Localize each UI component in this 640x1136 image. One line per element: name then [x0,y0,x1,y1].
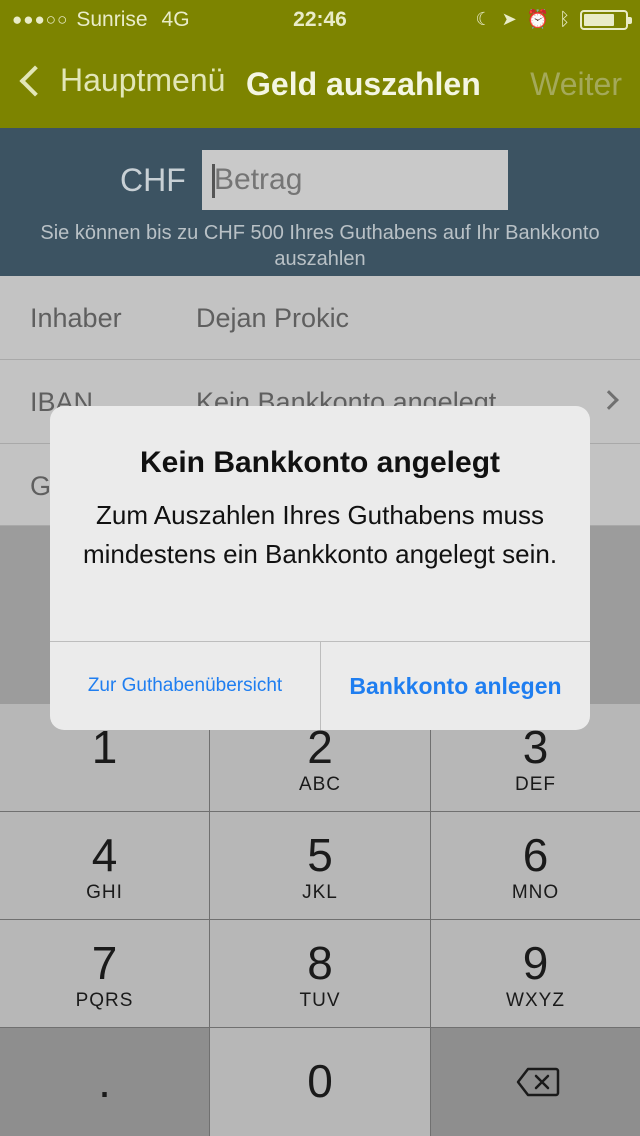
key-4[interactable]: 4 GHI [0,812,209,919]
key-7[interactable]: 7 PQRS [0,920,209,1027]
key-digit: . [98,1055,111,1107]
next-button[interactable]: Weiter [530,66,622,103]
alarm-icon: ⏰ [526,9,550,29]
amount-panel: CHF Sie können bis zu CHF 500 Ihres Guth… [0,128,640,276]
currency-label: CHF [120,162,186,198]
page-title: Geld auszahlen [246,66,481,102]
back-button[interactable]: Hauptmenü [16,62,225,99]
back-button-label: Hauptmenü [60,62,226,98]
row-label: G [30,471,52,501]
key-6[interactable]: 6 MNO [431,812,640,919]
battery-level [584,13,614,26]
key-digit: 0 [307,1055,333,1107]
chevron-right-icon [599,390,619,410]
key-digit: 8 [307,937,333,989]
balance-overview-button[interactable]: Zur Guthabenübersicht [50,642,320,730]
key-letters: ABC [298,774,342,795]
create-bank-account-button[interactable]: Bankkonto anlegen [321,642,590,730]
top-bar: ●●●○○ Sunrise 4G 22:46 ☾ ➤ ⏰ ᛒ Hauptmenü… [0,0,640,128]
row-inhaber: Inhaber Dejan Prokic [0,276,640,360]
row-value: Dejan Prokic [196,303,350,333]
battery-icon [580,9,632,30]
amount-hint: Sie können bis zu CHF 500 Ihres Guthaben… [40,222,600,270]
key-letters: JKL [302,882,338,903]
key-digit: 5 [307,829,333,881]
bluetooth-icon: ᛒ [559,9,570,29]
key-letters: WXYZ [506,990,565,1011]
numeric-keypad: 1 2 ABC 3 DEF 4 GHI 5 JKL 6 MNO 7 PQRS 8 TUV 9W… [0,704,640,1136]
location-icon: ➤ [501,9,517,29]
key-letters: TUV [299,990,341,1011]
key-letters: PQRS [75,990,134,1011]
text-cursor [212,164,215,198]
key-digit: 7 [91,937,118,989]
key-decimal[interactable]: . [0,1028,209,1136]
key-8[interactable]: 8 TUV [210,920,430,1027]
chevron-left-icon [19,64,51,97]
moon-icon: ☾ [475,9,492,29]
key-digit: 9 [522,937,549,989]
backspace-icon [516,1067,560,1097]
delete-key[interactable] [431,1028,640,1136]
key-letters: DEF [515,774,556,795]
key-digit: 4 [91,829,118,881]
key-letters: MNO [511,882,560,903]
key-0[interactable]: 0 [210,1028,430,1136]
key-letters: GHI [86,882,123,903]
amount-input[interactable] [202,150,508,210]
navigation-bar: Hauptmenü Geld auszahlen Weiter [0,56,640,112]
alert-title: Kein Bankkonto angelegt [139,446,501,479]
alert-message: Zum Auszahlen Ihres Guthabens muss minde… [82,500,558,569]
alert-dialog: Kein Bankkonto angelegt Zum Auszahlen Ih… [50,406,590,730]
key-5[interactable]: 5 JKL [210,812,430,919]
row-label: Inhaber [30,303,122,333]
key-9[interactable]: 9 WXYZ [431,920,640,1027]
key-digit: 6 [522,829,549,881]
status-bar: ●●●○○ Sunrise 4G 22:46 ☾ ➤ ⏰ ᛒ [0,0,640,40]
